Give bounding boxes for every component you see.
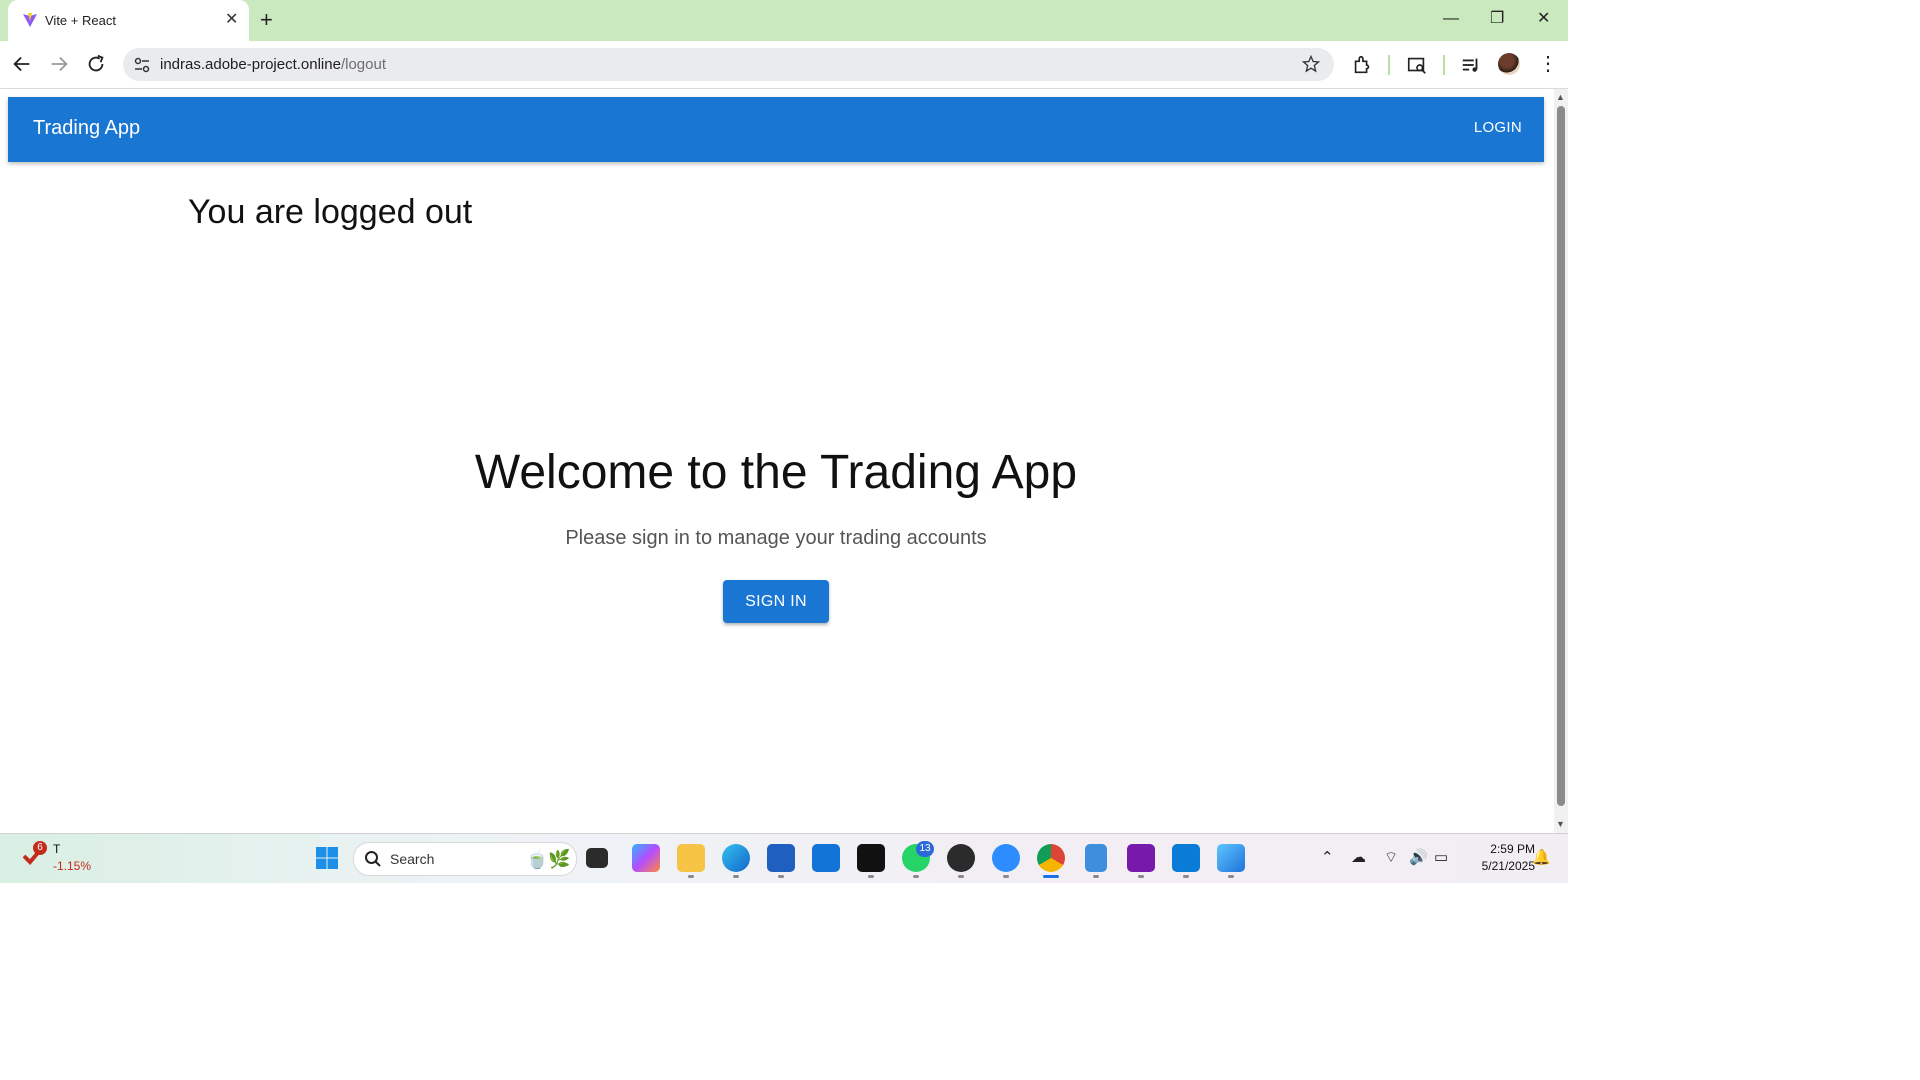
tab-search-icon[interactable] [1406, 54, 1428, 76]
page-scrollbar[interactable]: ▲ ▼ [1554, 89, 1568, 833]
running-indicator [913, 875, 919, 878]
stock-badge: 6 [33, 841, 47, 855]
scroll-thumb[interactable] [1557, 106, 1565, 806]
notification-icon[interactable]: 🔔 [1532, 848, 1551, 866]
whatsapp-badge: 13 [916, 841, 934, 857]
tray-overflow-icon[interactable]: ⌃ [1321, 848, 1334, 866]
scroll-up-icon[interactable]: ▲ [1556, 92, 1565, 102]
forward-icon[interactable] [48, 53, 70, 75]
profile-avatar[interactable] [1498, 53, 1520, 75]
vite-icon [23, 13, 37, 27]
wifi-icon[interactable]: ⌔ [1384, 848, 1398, 867]
tab-close-icon[interactable]: ✕ [225, 11, 238, 29]
url-path: /logout [340, 56, 386, 73]
intellij-icon[interactable] [857, 844, 885, 872]
chrome-icon[interactable] [1037, 844, 1065, 872]
url-host: indras.adobe-project.online [160, 56, 341, 73]
extensions-icon[interactable] [1351, 54, 1373, 76]
toolbar-divider [1443, 55, 1445, 75]
running-indicator [868, 875, 874, 878]
stock-symbol[interactable]: T [53, 842, 60, 856]
browser-toolbar: indras.adobe-project.online/logout ⋮ [0, 41, 1568, 89]
search-highlight-icon: 🍵🌿 [526, 849, 571, 869]
browser-tab-strip: Vite + React ✕ + — ❐ ✕ [0, 0, 1568, 41]
windows-taskbar: 6 T -1.15% Search 🍵🌿 13 ⌃ ☁ ⌔ 🔊 ▭ 2:59 P… [0, 833, 1568, 883]
clock-time[interactable]: 2:59 PM [1475, 842, 1535, 856]
app-header: Trading App LOGIN [8, 97, 1544, 162]
volume-icon[interactable]: 🔊 [1409, 848, 1428, 866]
reload-icon[interactable] [85, 53, 107, 75]
running-indicator [1003, 875, 1009, 878]
zoom-icon[interactable] [992, 844, 1020, 872]
scroll-down-icon[interactable]: ▼ [1556, 819, 1565, 829]
sign-in-button[interactable]: SIGN IN [723, 580, 829, 623]
running-indicator [733, 875, 739, 878]
taskbar-search[interactable]: Search 🍵🌿 [353, 842, 577, 876]
toolbar-divider [1388, 55, 1390, 75]
url-text[interactable]: indras.adobe-project.online/logout [160, 56, 386, 73]
restore-icon[interactable]: ❐ [1490, 9, 1504, 29]
vscode-icon[interactable] [1172, 844, 1200, 872]
running-indicator [688, 875, 694, 878]
new-tab-icon[interactable]: + [260, 8, 273, 32]
browser-menu-icon[interactable]: ⋮ [1538, 53, 1558, 75]
logged-out-message: You are logged out [188, 193, 473, 231]
clock-date[interactable]: 5/21/2025 [1462, 859, 1535, 873]
page-viewport: Trading App LOGIN You are logged out Wel… [0, 89, 1554, 833]
bookmark-star-icon[interactable] [1301, 54, 1321, 74]
photos-icon[interactable] [1217, 844, 1245, 872]
address-bar[interactable]: indras.adobe-project.online/logout [123, 48, 1334, 81]
media-control-icon[interactable] [1460, 54, 1482, 76]
running-indicator [1183, 875, 1189, 878]
outlook-icon[interactable] [812, 844, 840, 872]
file-explorer-icon[interactable] [677, 844, 705, 872]
app-brand[interactable]: Trading App [33, 117, 140, 140]
battery-icon[interactable]: ▭ [1434, 848, 1448, 866]
copilot-icon[interactable] [632, 844, 660, 872]
close-window-icon[interactable]: ✕ [1537, 9, 1550, 29]
search-placeholder: Search [390, 851, 435, 867]
stock-change[interactable]: -1.15% [53, 859, 91, 873]
edge-icon[interactable] [722, 844, 750, 872]
welcome-heading: Welcome to the Trading App [474, 446, 1078, 499]
back-icon[interactable] [11, 53, 33, 75]
notepad-icon[interactable] [1085, 844, 1107, 872]
windows-start-icon[interactable] [315, 846, 339, 870]
running-indicator [958, 875, 964, 878]
media-player-icon[interactable] [947, 844, 975, 872]
minimize-icon[interactable]: — [1443, 9, 1459, 29]
onenote-icon[interactable] [1127, 844, 1155, 872]
login-button[interactable]: LOGIN [1474, 119, 1522, 136]
search-icon [365, 851, 381, 867]
store-icon[interactable] [767, 844, 795, 872]
running-indicator [1228, 875, 1234, 878]
tab-title: Vite + React [45, 13, 116, 28]
site-info-icon[interactable] [133, 56, 151, 74]
active-indicator [1043, 875, 1059, 878]
running-indicator [778, 875, 784, 878]
running-indicator [1093, 875, 1099, 878]
task-view-icon[interactable] [586, 848, 608, 868]
welcome-subtitle: Please sign in to manage your trading ac… [565, 527, 987, 549]
onedrive-icon[interactable]: ☁ [1351, 848, 1366, 866]
browser-tab[interactable]: Vite + React ✕ [8, 0, 249, 41]
running-indicator [1138, 875, 1144, 878]
